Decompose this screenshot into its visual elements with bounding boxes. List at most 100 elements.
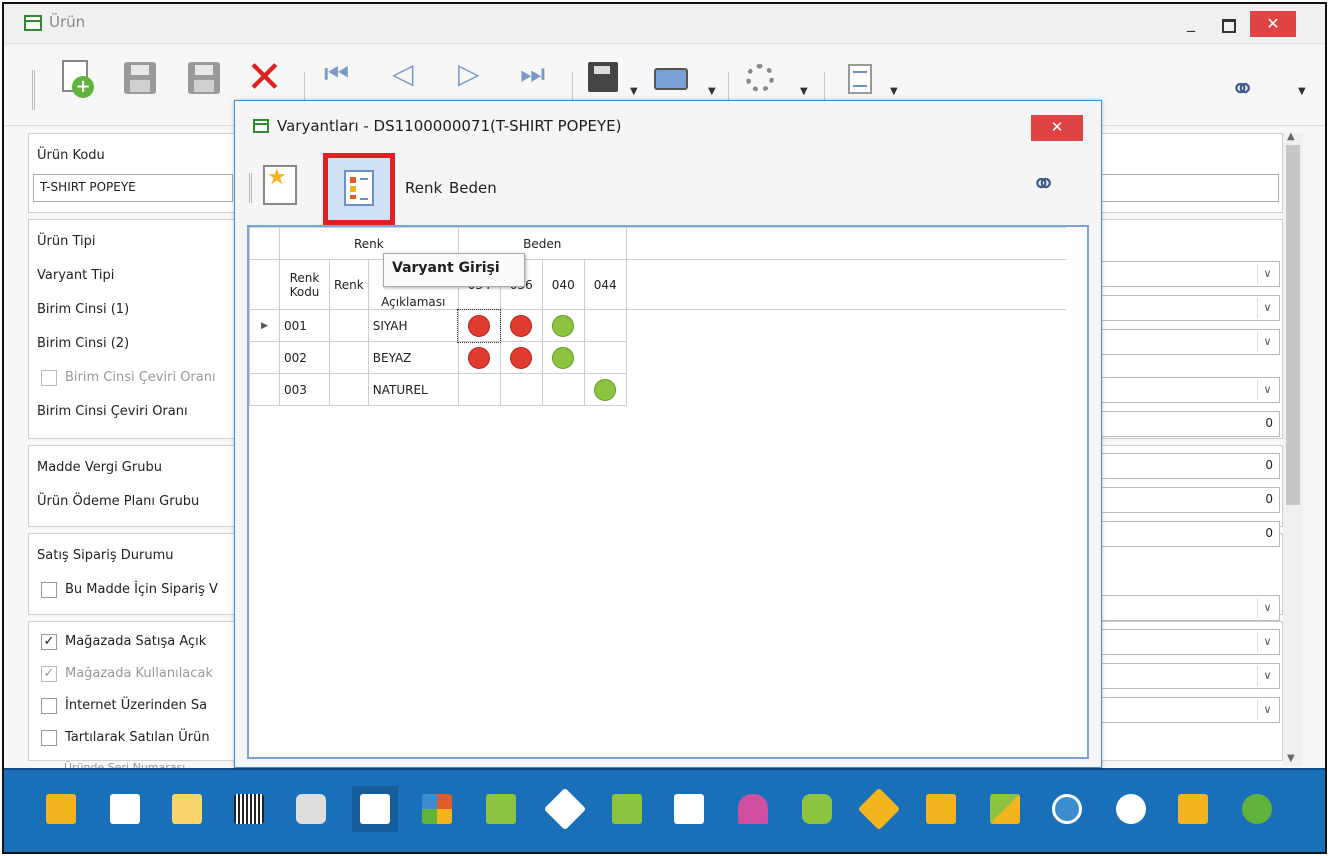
- variant-type-select[interactable]: ∨: [1090, 295, 1280, 321]
- binoculars-icon[interactable]: ⚭: [1230, 72, 1255, 107]
- dialog-close-button[interactable]: ✕: [1031, 115, 1083, 141]
- delete-button[interactable]: ✕: [240, 56, 288, 106]
- size-cell[interactable]: [541, 341, 585, 374]
- save-button[interactable]: [116, 56, 164, 106]
- size-cell[interactable]: [457, 308, 502, 343]
- available-status-icon[interactable]: [552, 314, 575, 337]
- tax-group-input[interactable]: 0: [1090, 453, 1280, 479]
- product-type-select[interactable]: ∨: [1090, 261, 1280, 287]
- store-sales-checkbox[interactable]: ✓: [41, 634, 57, 650]
- previous-record-icon[interactable]: ◁: [392, 60, 414, 88]
- renk-cell[interactable]: [329, 341, 369, 374]
- renk-code-cell[interactable]: 002: [279, 341, 330, 374]
- column-header[interactable]: 040: [541, 259, 585, 310]
- export-dropdown-icon[interactable]: ▼: [630, 86, 638, 97]
- description-cell[interactable]: SIYAH: [367, 309, 459, 342]
- unavailable-status-icon[interactable]: [468, 346, 491, 369]
- unit-type-select[interactable]: ∨: [1090, 329, 1280, 355]
- import-icon[interactable]: [604, 786, 650, 832]
- conversion-rate-checkbox[interactable]: [41, 370, 57, 386]
- wizard-icon[interactable]: [263, 165, 297, 205]
- search-dropdown-icon[interactable]: ▼: [1298, 86, 1306, 97]
- column-header[interactable]: Renk: [329, 259, 369, 310]
- close-button[interactable]: ✕: [1250, 11, 1296, 37]
- size-cell[interactable]: [583, 341, 627, 374]
- scroll-down-icon[interactable]: ▼: [1287, 753, 1295, 764]
- table-row[interactable]: ▶ 001 SIYAH: [249, 308, 1067, 343]
- payment-plan-input[interactable]: 0: [1090, 487, 1280, 513]
- color-grid-icon[interactable]: [414, 786, 460, 832]
- camera-icon[interactable]: [288, 786, 334, 832]
- sales-order-input[interactable]: 0: [1090, 521, 1280, 547]
- size-cell[interactable]: [457, 341, 501, 374]
- renk-code-cell[interactable]: 001: [279, 309, 330, 342]
- description-cell[interactable]: BEYAZ: [367, 341, 459, 374]
- table-row[interactable]: 002 BEYAZ: [249, 341, 1067, 374]
- size-cell[interactable]: [499, 373, 543, 406]
- network-icon[interactable]: [1108, 786, 1154, 832]
- store-use-checkbox[interactable]: ✓: [41, 666, 57, 682]
- size-cell[interactable]: [499, 341, 543, 374]
- size-cell[interactable]: [583, 373, 627, 406]
- toolbar-grip[interactable]: [32, 70, 35, 110]
- variant-entry-button[interactable]: [323, 153, 395, 225]
- available-status-icon[interactable]: [594, 378, 617, 401]
- order-checkbox[interactable]: [41, 582, 57, 598]
- last-record-icon[interactable]: ⏭: [520, 60, 545, 88]
- binoculars-icon[interactable]: ⚭: [1031, 167, 1056, 202]
- renk-code-cell[interactable]: 003: [279, 373, 330, 406]
- unit-type-2-select[interactable]: ∨: [1090, 377, 1280, 403]
- copy-icon[interactable]: [478, 786, 524, 832]
- tags-icon[interactable]: [856, 786, 902, 832]
- globe-view-icon[interactable]: [1234, 786, 1280, 832]
- minimize-button[interactable]: _: [1178, 12, 1204, 36]
- option-select-2[interactable]: ∨: [1090, 629, 1280, 655]
- size-cell[interactable]: [583, 309, 627, 342]
- conversion-rate-input[interactable]: 0: [1090, 411, 1280, 437]
- tab-beden[interactable]: Beden: [449, 179, 497, 197]
- transfer-arrows-icon[interactable]: [982, 786, 1028, 832]
- column-header[interactable]: 044: [583, 259, 627, 310]
- page-icon[interactable]: [666, 786, 712, 832]
- tab-renk[interactable]: Renk: [405, 179, 442, 197]
- product-code-input[interactable]: T-SHIRT POPEYE: [33, 174, 233, 202]
- product-description-input[interactable]: [1089, 174, 1279, 202]
- renk-cell[interactable]: [329, 373, 369, 406]
- documents-icon[interactable]: [918, 786, 964, 832]
- calendar-icon[interactable]: [102, 786, 148, 832]
- print-dropdown-icon[interactable]: ▼: [708, 86, 716, 97]
- table-row[interactable]: 003 NATUREL: [249, 373, 1067, 406]
- history-icon[interactable]: [1044, 786, 1090, 832]
- toolbar-grip[interactable]: [249, 173, 252, 203]
- unavailable-status-icon[interactable]: [468, 314, 491, 337]
- unavailable-status-icon[interactable]: [510, 346, 533, 369]
- iron-icon[interactable]: [730, 786, 776, 832]
- settings-dropdown-icon[interactable]: ▼: [800, 86, 808, 97]
- barcode-icon[interactable]: [226, 786, 272, 832]
- option-select-4[interactable]: ∨: [1090, 697, 1280, 723]
- weighed-product-checkbox[interactable]: [41, 730, 57, 746]
- size-cell[interactable]: [457, 373, 501, 406]
- notes-icon[interactable]: [38, 786, 84, 832]
- save-close-button[interactable]: [180, 56, 228, 106]
- report-dropdown-icon[interactable]: ▼: [890, 86, 898, 97]
- column-header[interactable]: Renk Kodu: [279, 259, 330, 310]
- unavailable-status-icon[interactable]: [510, 314, 533, 337]
- renk-cell[interactable]: [329, 309, 369, 342]
- first-record-icon[interactable]: ⏮: [324, 60, 349, 88]
- translation-icon[interactable]: [794, 786, 840, 832]
- new-button[interactable]: [52, 56, 100, 106]
- variant-list-icon[interactable]: [352, 786, 398, 832]
- scrollbar-thumb[interactable]: [1286, 145, 1300, 505]
- vertical-scrollbar[interactable]: ▲ ▼: [1283, 131, 1303, 766]
- maximize-button[interactable]: [1214, 12, 1240, 36]
- size-cell[interactable]: [541, 309, 585, 342]
- description-cell[interactable]: NATUREL: [367, 373, 459, 406]
- option-select-1[interactable]: ∨: [1090, 595, 1280, 621]
- option-select-3[interactable]: ∨: [1090, 663, 1280, 689]
- scroll-up-icon[interactable]: ▲: [1287, 131, 1295, 142]
- memo-icon[interactable]: [164, 786, 210, 832]
- size-cell[interactable]: [499, 309, 543, 342]
- price-tag-icon[interactable]: [542, 786, 588, 832]
- size-cell[interactable]: [541, 373, 585, 406]
